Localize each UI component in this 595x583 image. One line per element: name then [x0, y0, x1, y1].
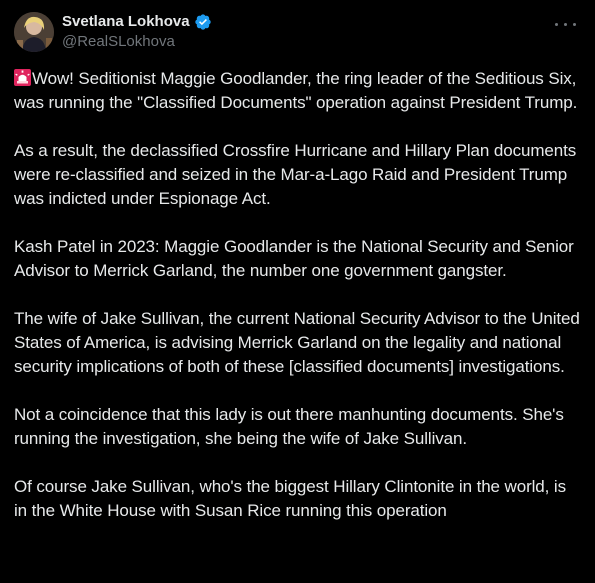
- tweet-paragraph-text: Wow! Seditionist Maggie Goodlander, the …: [14, 69, 578, 112]
- more-options-icon[interactable]: [553, 14, 577, 34]
- more-dot: [563, 22, 567, 26]
- verified-badge-icon: [194, 13, 212, 31]
- tweet-paragraph: Wow! Seditionist Maggie Goodlander, the …: [14, 67, 581, 115]
- author-info: Svetlana Lokhova @RealSLokhova: [62, 12, 212, 52]
- tweet-paragraph: Kash Patel in 2023: Maggie Goodlander is…: [14, 237, 574, 280]
- tweet-paragraph: The wife of Jake Sullivan, the current N…: [14, 309, 580, 376]
- more-dot: [572, 22, 576, 26]
- tweet-card: Svetlana Lokhova @RealSLokhova Wow! Sedi…: [0, 0, 595, 583]
- tweet-text: Wow! Seditionist Maggie Goodlander, the …: [14, 67, 581, 523]
- author-handle[interactable]: @RealSLokhova: [62, 32, 212, 52]
- more-dot: [554, 22, 558, 26]
- tweet-header: Svetlana Lokhova @RealSLokhova: [14, 12, 581, 60]
- tweet-paragraph: Of course Jake Sullivan, who's the bigge…: [14, 477, 566, 520]
- siren-icon: [14, 69, 31, 86]
- tweet-paragraph: As a result, the declassified Crossfire …: [14, 141, 577, 208]
- name-row: Svetlana Lokhova: [62, 12, 212, 32]
- tweet-paragraph: Not a coincidence that this lady is out …: [14, 405, 564, 448]
- profile-photo-icon[interactable]: [14, 12, 54, 52]
- author-display-name[interactable]: Svetlana Lokhova: [62, 12, 190, 32]
